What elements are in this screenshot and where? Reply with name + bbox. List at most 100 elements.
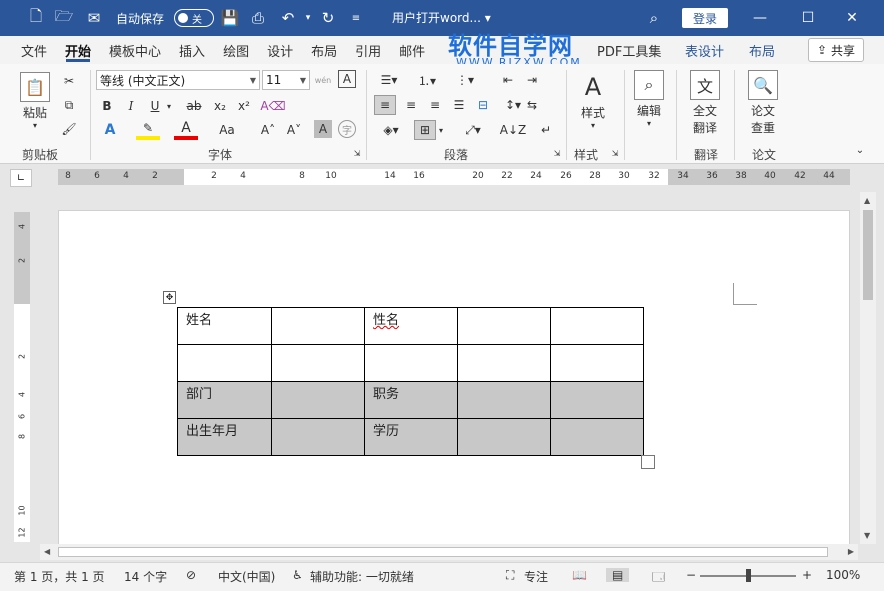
paste-button[interactable]: 📋 粘贴 ▾ (20, 72, 50, 130)
clear-formatting-icon[interactable]: A⌫ (260, 96, 285, 116)
styles-dialog-launcher-icon[interactable]: ⇲ (610, 148, 620, 158)
styles-button[interactable]: A 样式 ▾ (578, 72, 608, 130)
tab-pdf-tools[interactable]: PDF工具集 (588, 36, 670, 64)
table-cell[interactable] (457, 418, 551, 456)
grow-font-icon[interactable]: A˄ (258, 120, 278, 140)
autosave-toggle[interactable]: 关 (174, 9, 214, 27)
copy-icon[interactable]: ⧉ (60, 96, 78, 114)
open-folder-icon[interactable]: 🗁 (50, 0, 78, 36)
horizontal-scroll-thumb[interactable] (58, 547, 828, 557)
maximize-icon[interactable]: ☐ (786, 0, 830, 36)
highlight-color-icon[interactable]: ✎ (136, 120, 160, 140)
read-mode-icon[interactable]: 📖 (572, 568, 587, 582)
table-cell[interactable] (457, 344, 551, 382)
horizontal-scrollbar[interactable]: ◀ ▶ (40, 544, 858, 560)
increase-indent-icon[interactable]: ⇥ (522, 70, 542, 90)
vertical-scroll-thumb[interactable] (863, 210, 873, 300)
customize-toolbar-icon[interactable]: ≡ (342, 0, 370, 36)
tab-selector-icon[interactable]: ∟ (10, 169, 32, 187)
vertical-scrollbar[interactable]: ▲ ▼ (860, 192, 876, 544)
tab-design[interactable]: 设计 (258, 36, 302, 64)
chevron-down-icon[interactable]: ▾ (164, 96, 174, 116)
tab-file[interactable]: 文件 (12, 36, 56, 64)
align-left-icon[interactable]: ≡ (374, 95, 396, 115)
zoom-in-button[interactable]: + (802, 568, 812, 582)
redo-icon[interactable]: ↻ (314, 0, 342, 36)
table-cell[interactable] (550, 418, 644, 456)
font-name-select[interactable]: 等线 (中文正文) ▼ (96, 70, 260, 90)
tab-insert[interactable]: 插入 (170, 36, 214, 64)
table-resize-handle[interactable] (641, 455, 655, 469)
collapse-ribbon-icon[interactable]: ⌄ (852, 142, 868, 158)
tab-draw[interactable]: 绘图 (214, 36, 258, 64)
table-cell[interactable]: 部门 (177, 381, 272, 419)
zoom-level[interactable]: 100% (826, 568, 860, 582)
table-cell[interactable] (177, 344, 272, 382)
page-count[interactable]: 第 1 页，共 1 页 (14, 568, 105, 585)
table-cell[interactable]: 性名 (364, 307, 458, 345)
document-title[interactable]: 用户打开word... ▾ (392, 9, 491, 26)
paper-check-button[interactable]: 🔍 论文 查重 (748, 70, 778, 136)
data-table[interactable]: 姓名 性名 部门 职务 出生年月 学历 (177, 307, 644, 456)
paragraph-dialog-launcher-icon[interactable]: ⇲ (552, 148, 562, 158)
language[interactable]: 中文(中国) (218, 568, 275, 585)
superscript-button[interactable]: x² (234, 96, 254, 116)
chinese-layout-icon[interactable]: ⤢▾ (458, 120, 488, 140)
table-cell[interactable] (271, 418, 365, 456)
font-size-select[interactable]: 11 ▼ (262, 70, 310, 90)
sort-icon[interactable]: A↓Z (500, 120, 526, 140)
word-count[interactable]: 14 个字 (124, 568, 167, 585)
chevron-down-icon[interactable]: ▾ (436, 120, 446, 140)
table-cell[interactable] (271, 344, 365, 382)
editing-button[interactable]: ⌕ 编辑 ▾ (634, 70, 664, 128)
italic-button[interactable]: I (122, 96, 140, 116)
character-shading-icon[interactable]: A (314, 120, 332, 138)
table-cell[interactable]: 姓名 (177, 307, 272, 345)
cut-icon[interactable]: ✂ (60, 72, 78, 90)
accessibility-status[interactable]: 辅助功能: 一切就绪 (310, 568, 414, 585)
zoom-slider-knob[interactable] (746, 569, 751, 582)
vertical-ruler[interactable]: 4 2 2 4 6 8 10 12 (14, 212, 30, 542)
print-preview-icon[interactable]: ⎙ (244, 0, 272, 36)
table-cell[interactable] (271, 381, 365, 419)
tab-mailings[interactable]: 邮件 (390, 36, 434, 64)
decrease-indent-icon[interactable]: ⇤ (498, 70, 518, 90)
tab-home[interactable]: 开始 (56, 36, 100, 64)
shrink-font-icon[interactable]: A˅ (284, 120, 304, 140)
email-icon[interactable]: ✉ (80, 0, 108, 36)
shading-icon[interactable]: ◈▾ (376, 120, 406, 140)
text-effects-icon[interactable]: A (98, 120, 122, 140)
table-move-handle-icon[interactable]: ✥ (163, 291, 176, 304)
format-painter-icon[interactable]: 🖌 (60, 120, 78, 138)
proofing-icon[interactable]: ⊘ (186, 568, 196, 582)
align-center-icon[interactable]: ≡ (400, 95, 422, 115)
web-layout-icon[interactable]: 🗔 (652, 568, 665, 589)
minimize-icon[interactable]: — (738, 0, 782, 36)
table-cell[interactable] (364, 344, 458, 382)
table-cell[interactable] (550, 381, 644, 419)
table-cell[interactable]: 出生年月 (177, 418, 272, 456)
tab-references[interactable]: 引用 (346, 36, 390, 64)
justify-icon[interactable]: ☰ (448, 95, 470, 115)
table-cell[interactable]: 学历 (364, 418, 458, 456)
borders-icon[interactable]: ⊞ (414, 120, 436, 140)
table-cell[interactable]: 职务 (364, 381, 458, 419)
table-cell[interactable] (550, 344, 644, 382)
bullets-icon[interactable]: ☰▾ (374, 70, 404, 90)
share-button[interactable]: ⇪ 共享 (808, 38, 864, 62)
save-icon[interactable]: 💾 (216, 0, 244, 36)
tab-table-layout[interactable]: 布局 (740, 36, 784, 64)
align-right-icon[interactable]: ≡ (424, 95, 446, 115)
show-marks-icon[interactable]: ↵ (536, 120, 556, 140)
font-color-icon[interactable]: A (174, 120, 198, 140)
font-dialog-launcher-icon[interactable]: ⇲ (352, 148, 362, 158)
tab-table-design[interactable]: 表设计 (676, 36, 733, 64)
numbering-icon[interactable]: ⒈▾ (412, 70, 442, 90)
change-case-button[interactable]: Aa (214, 120, 240, 140)
scroll-up-icon[interactable]: ▲ (864, 196, 870, 205)
new-document-icon[interactable]: 🗋 (22, 0, 50, 36)
distributed-icon[interactable]: ⊟ (472, 95, 494, 115)
print-layout-icon[interactable]: ▤ (606, 568, 630, 582)
scroll-right-icon[interactable]: ▶ (848, 547, 854, 556)
strikethrough-button[interactable]: ab (184, 96, 204, 116)
